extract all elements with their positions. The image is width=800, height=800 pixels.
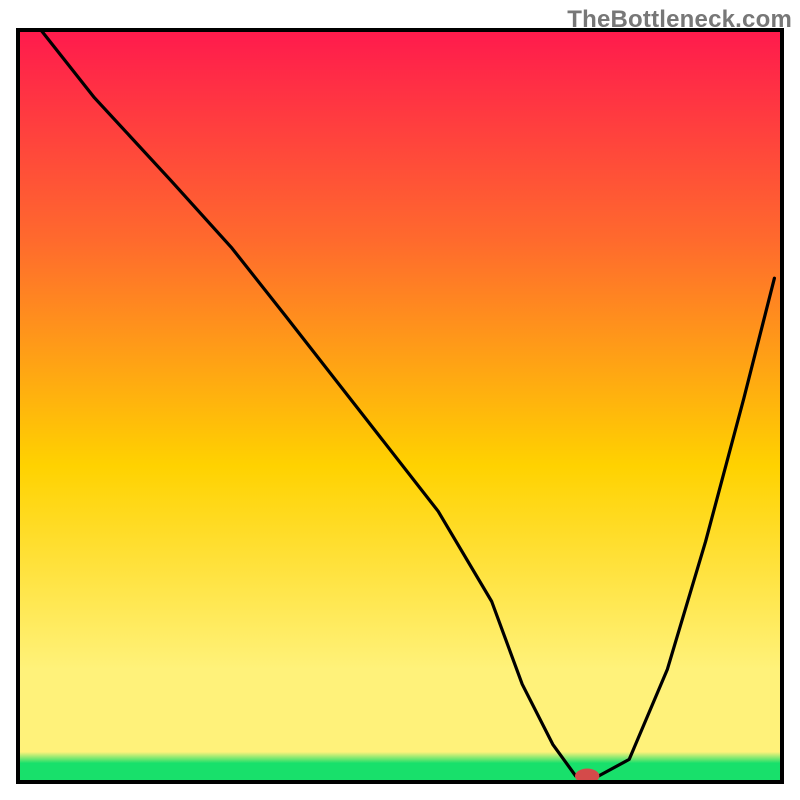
chart-root: TheBottleneck.com xyxy=(0,0,800,800)
watermark-label: TheBottleneck.com xyxy=(567,6,792,34)
chart-svg xyxy=(0,0,800,800)
